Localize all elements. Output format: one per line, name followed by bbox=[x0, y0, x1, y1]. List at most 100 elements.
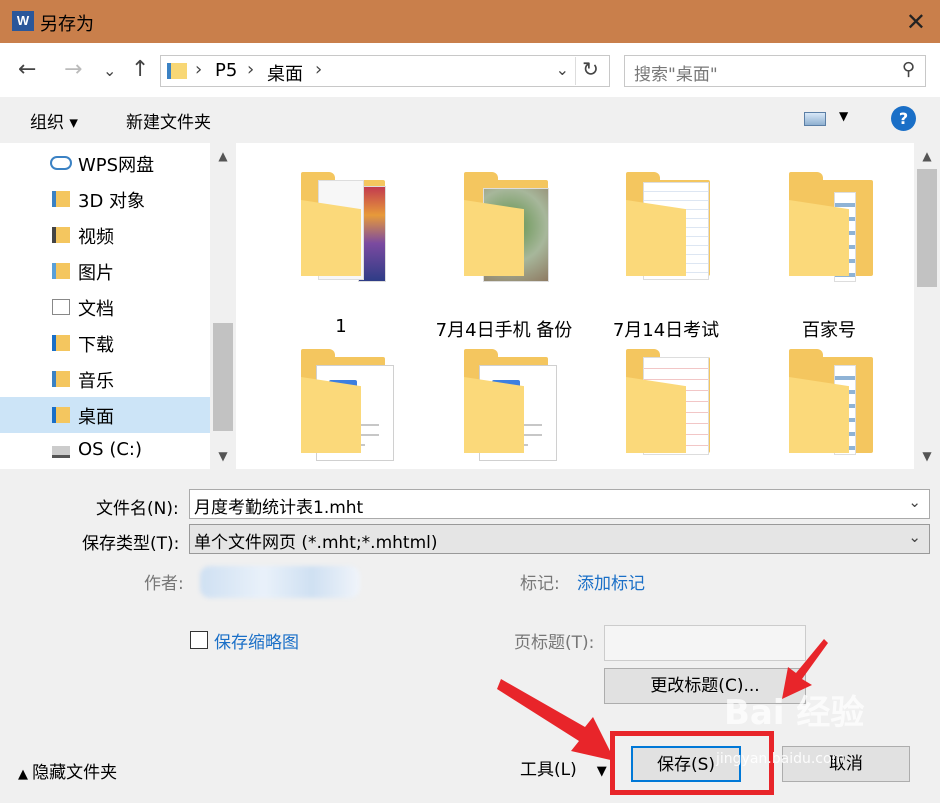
chevron-down-icon[interactable]: ⌄ bbox=[908, 528, 921, 546]
sidebar-item-pictures[interactable]: 图片 bbox=[0, 253, 210, 289]
scrollbar-thumb[interactable] bbox=[213, 323, 233, 431]
desktop-folder-icon bbox=[52, 407, 70, 423]
filetype-select[interactable]: 单个文件网页 (*.mht;*.mhtml) ⌄ bbox=[189, 524, 930, 554]
sidebar-item-label: 文档 bbox=[78, 299, 114, 320]
folder-item[interactable]: 7月4日手机 备份 bbox=[429, 158, 579, 341]
sidebar-item-label: OS (C:) bbox=[78, 439, 142, 460]
page-title-label: 页标题(T): bbox=[514, 633, 595, 653]
sidebar-item-label: WPS网盘 bbox=[78, 155, 155, 176]
sidebar-item-3d-objects[interactable]: 3D 对象 bbox=[0, 181, 210, 217]
folder-item[interactable]: 1 bbox=[266, 158, 416, 337]
new-folder-button[interactable]: 新建文件夹 bbox=[126, 108, 211, 133]
sidebar-item-wps-cloud[interactable]: WPS网盘 bbox=[0, 145, 210, 181]
folder-icon bbox=[464, 377, 524, 453]
recent-locations-icon[interactable]: ⌄ bbox=[103, 61, 116, 80]
chevron-down-icon[interactable]: ⌄ bbox=[908, 493, 921, 511]
sidebar-item-videos[interactable]: 视频 bbox=[0, 217, 210, 253]
annotation-arrow-icon bbox=[497, 679, 615, 761]
scroll-down-icon[interactable]: ▼ bbox=[914, 449, 940, 463]
pictures-folder-icon bbox=[52, 263, 70, 279]
sidebar-item-label: 下载 bbox=[78, 335, 114, 356]
chevron-down-icon[interactable]: ⌄ bbox=[556, 60, 569, 79]
folder-icon bbox=[789, 200, 849, 276]
add-tags-link[interactable]: 添加标记 bbox=[577, 569, 645, 594]
folder-item[interactable]: 7月14日考试 bbox=[591, 158, 741, 341]
music-folder-icon bbox=[52, 371, 70, 387]
save-thumbnail-label[interactable]: 保存缩略图 bbox=[214, 628, 299, 653]
address-bar[interactable]: › P5 › 桌面 › ⌄ ↻ bbox=[160, 55, 610, 87]
file-name: 1 bbox=[335, 316, 347, 337]
scrollbar-thumb[interactable] bbox=[917, 169, 937, 287]
sidebar-item-label: 桌面 bbox=[78, 407, 114, 428]
sidebar-scrollbar[interactable]: ▲ ▼ bbox=[210, 143, 236, 469]
chevron-right-icon[interactable]: › bbox=[315, 59, 322, 80]
chevron-right-icon[interactable]: › bbox=[247, 59, 254, 80]
watermark-url: jingyan.baidu.com bbox=[716, 751, 846, 767]
close-icon[interactable]: ✕ bbox=[906, 8, 926, 36]
desktop-folder-icon bbox=[167, 63, 187, 79]
folder-icon bbox=[626, 200, 686, 276]
filetype-label: 保存类型(T): bbox=[82, 534, 180, 554]
breadcrumb-p5[interactable]: P5 bbox=[215, 60, 237, 81]
folder-icon bbox=[626, 377, 686, 453]
tags-label: 标记: bbox=[520, 574, 560, 594]
sidebar-item-downloads[interactable]: 下载 bbox=[0, 325, 210, 361]
breadcrumb-desktop[interactable]: 桌面 bbox=[267, 60, 303, 86]
sidebar-item-documents[interactable]: 文档 bbox=[0, 289, 210, 325]
search-placeholder: 搜索"桌面" bbox=[634, 65, 718, 85]
documents-folder-icon bbox=[52, 299, 70, 315]
refresh-icon[interactable]: ↻ bbox=[575, 57, 605, 85]
scroll-down-icon[interactable]: ▼ bbox=[210, 449, 236, 463]
sidebar-item-label: 音乐 bbox=[78, 371, 114, 392]
search-icon: ⚲ bbox=[901, 59, 915, 80]
title-bar: W 另存为 ✕ bbox=[0, 0, 940, 43]
help-icon[interactable]: ? bbox=[891, 106, 916, 131]
sidebar-item-label: 3D 对象 bbox=[78, 191, 146, 212]
up-icon[interactable]: ↑ bbox=[131, 57, 149, 82]
navigation-bar: ← → ⌄ ↑ › P5 › 桌面 › ⌄ ↻ 搜索"桌面" ⚲ bbox=[0, 43, 940, 97]
search-input[interactable]: 搜索"桌面" ⚲ bbox=[624, 55, 926, 87]
file-list-scrollbar[interactable]: ▲ ▼ bbox=[914, 143, 940, 469]
sidebar-item-os-drive[interactable]: OS (C:) bbox=[0, 433, 210, 469]
folder-item[interactable]: 百家号 bbox=[754, 158, 904, 341]
downloads-folder-icon bbox=[52, 335, 70, 351]
caret-down-icon[interactable]: ▼ bbox=[839, 109, 848, 123]
filetype-value: 单个文件网页 (*.mht;*.mhtml) bbox=[194, 533, 438, 553]
file-list: 1 7月4日手机 备份 7月14日考试 百家号 W bbox=[236, 143, 940, 469]
scroll-up-icon[interactable]: ▲ bbox=[210, 149, 236, 163]
cloud-icon bbox=[50, 156, 72, 170]
back-icon[interactable]: ← bbox=[18, 57, 36, 82]
navigation-pane: WPS网盘 3D 对象 视频 图片 文档 下载 音乐 桌面 OS (C:) ▲ … bbox=[0, 143, 236, 469]
filename-value: 月度考勤统计表1.mht bbox=[194, 498, 364, 518]
folder-icon bbox=[301, 377, 361, 453]
window-title: 另存为 bbox=[40, 14, 94, 35]
drive-icon bbox=[52, 446, 70, 458]
author-field[interactable] bbox=[200, 566, 360, 598]
view-options-icon[interactable] bbox=[804, 112, 826, 126]
chevron-right-icon[interactable]: › bbox=[195, 59, 202, 80]
filename-label: 文件名(N): bbox=[96, 499, 179, 519]
sidebar-item-desktop[interactable]: 桌面 bbox=[0, 397, 210, 433]
cube-folder-icon bbox=[52, 191, 70, 207]
watermark-logo: Bai 经验 bbox=[724, 693, 865, 733]
folder-icon bbox=[301, 200, 361, 276]
caret-up-icon: ▲ bbox=[18, 767, 33, 782]
save-thumbnail-checkbox[interactable] bbox=[190, 631, 208, 649]
toolbar: 组织 ▾ 新建文件夹 ▼ ? bbox=[0, 97, 940, 143]
folder-icon bbox=[789, 377, 849, 453]
page-title-field[interactable] bbox=[604, 625, 806, 661]
folder-icon bbox=[464, 200, 524, 276]
save-options-panel: 文件名(N): 月度考勤统计表1.mht ⌄ 保存类型(T): 单个文件网页 (… bbox=[0, 469, 940, 803]
hide-folders-toggle[interactable]: ▲ 隐藏文件夹 bbox=[18, 758, 117, 783]
organize-button[interactable]: 组织 ▾ bbox=[30, 108, 78, 133]
video-folder-icon bbox=[52, 227, 70, 243]
word-icon: W bbox=[12, 11, 34, 31]
sidebar-item-label: 图片 bbox=[78, 263, 114, 284]
sidebar-item-music[interactable]: 音乐 bbox=[0, 361, 210, 397]
author-label: 作者: bbox=[144, 574, 184, 594]
filename-field[interactable]: 月度考勤统计表1.mht ⌄ bbox=[189, 489, 930, 519]
sidebar-item-label: 视频 bbox=[78, 227, 114, 248]
hide-folders-label: 隐藏文件夹 bbox=[32, 763, 118, 783]
scroll-up-icon[interactable]: ▲ bbox=[914, 149, 940, 163]
forward-icon[interactable]: → bbox=[64, 57, 82, 82]
